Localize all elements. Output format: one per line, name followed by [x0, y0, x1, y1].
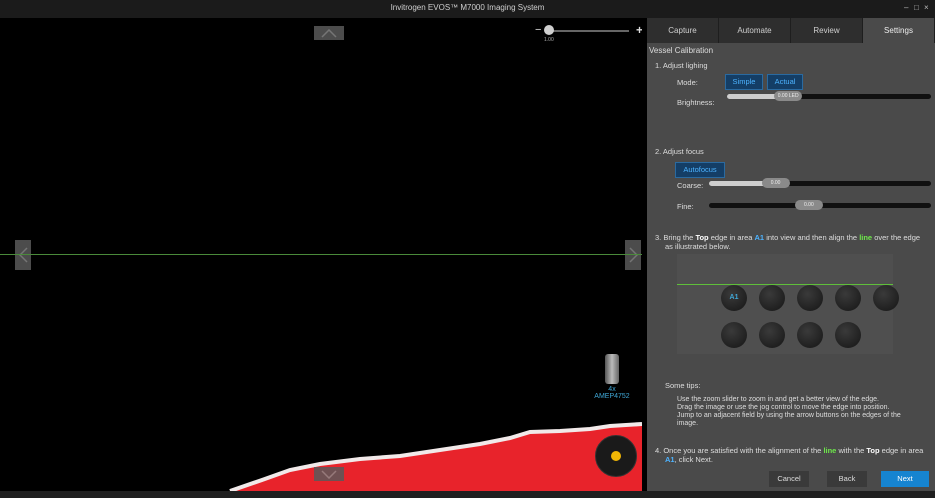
- tip-item: image.: [677, 420, 699, 427]
- brightness-thumb[interactable]: 0.00 LED: [774, 91, 803, 101]
- tab-settings[interactable]: Settings: [863, 18, 935, 43]
- panel-title: Vessel Calibration: [649, 46, 714, 55]
- jog-dot-icon[interactable]: [611, 451, 621, 461]
- well: [873, 285, 899, 311]
- well: [835, 322, 861, 348]
- title-bar: Invitrogen EVOS™ M7000 Imaging System – …: [0, 0, 935, 18]
- maximize-icon[interactable]: □: [914, 3, 919, 12]
- tab-capture[interactable]: Capture: [647, 18, 719, 43]
- mode-actual-button[interactable]: Actual: [767, 74, 803, 90]
- brightness-label: Brightness:: [677, 98, 715, 107]
- well: [797, 285, 823, 311]
- image-viewer[interactable]: − 1.00 + 4x AMEP4752: [0, 18, 642, 491]
- tab-review[interactable]: Review: [791, 18, 863, 43]
- well-a1: A1: [721, 285, 747, 311]
- autofocus-button[interactable]: Autofocus: [675, 162, 725, 178]
- mode-label: Mode:: [677, 78, 698, 87]
- close-icon[interactable]: ×: [924, 3, 929, 12]
- well: [759, 285, 785, 311]
- objective-code: AMEP4752: [594, 393, 630, 400]
- objective-magnification: 4x: [608, 386, 616, 393]
- illustration-line: [677, 284, 893, 285]
- tab-bar: Capture Automate Review Settings: [647, 18, 935, 43]
- mode-simple-button[interactable]: Simple: [725, 74, 763, 90]
- brightness-slider[interactable]: 0.00 LED: [727, 91, 931, 101]
- step4-text-line2: A1, click Next.: [665, 455, 713, 464]
- tip-item: Jump to an adjacent field by using the a…: [677, 412, 901, 419]
- coarse-slider[interactable]: 0.00: [709, 178, 931, 188]
- tips-list: Use the zoom slider to zoom in and get a…: [677, 396, 927, 428]
- tab-automate[interactable]: Automate: [719, 18, 791, 43]
- fine-thumb[interactable]: 0.00: [794, 200, 823, 210]
- objective-icon: [605, 354, 619, 384]
- step2-heading: 2. Adjust focus: [655, 147, 704, 156]
- status-strip: [0, 491, 935, 498]
- settings-panel: Capture Automate Review Settings Vessel …: [647, 18, 935, 491]
- well: [721, 322, 747, 348]
- cancel-button[interactable]: Cancel: [769, 471, 809, 487]
- well: [759, 322, 785, 348]
- jog-control[interactable]: [595, 435, 637, 477]
- step3-text: 3. Bring the Top edge in area A1 into vi…: [655, 233, 921, 242]
- tip-item: Use the zoom slider to zoom in and get a…: [677, 396, 879, 403]
- fine-slider[interactable]: 0.00: [709, 200, 931, 210]
- back-button[interactable]: Back: [827, 471, 867, 487]
- step3-text-line2: as illustrated below.: [665, 242, 731, 251]
- chevron-down-icon: [321, 469, 337, 479]
- window-title: Invitrogen EVOS™ M7000 Imaging System: [390, 3, 545, 12]
- nav-down-button[interactable]: [314, 467, 344, 481]
- coarse-label: Coarse:: [677, 181, 704, 190]
- minimize-icon[interactable]: –: [904, 3, 908, 12]
- fine-label: Fine:: [677, 202, 694, 211]
- next-button[interactable]: Next: [881, 471, 929, 487]
- well: [797, 322, 823, 348]
- tips-heading: Some tips:: [665, 381, 701, 390]
- step4-text: 4. Once you are satisfied with the align…: [655, 446, 924, 455]
- tip-item: Drag the image or use the jog control to…: [677, 404, 890, 411]
- step1-heading: 1. Adjust lighing: [655, 61, 708, 70]
- well: [835, 285, 861, 311]
- sample-image: [229, 422, 642, 491]
- calibration-illustration: A1: [677, 254, 899, 354]
- coarse-thumb[interactable]: 0.00: [761, 178, 790, 188]
- objective-indicator: 4x AMEP4752: [588, 354, 636, 400]
